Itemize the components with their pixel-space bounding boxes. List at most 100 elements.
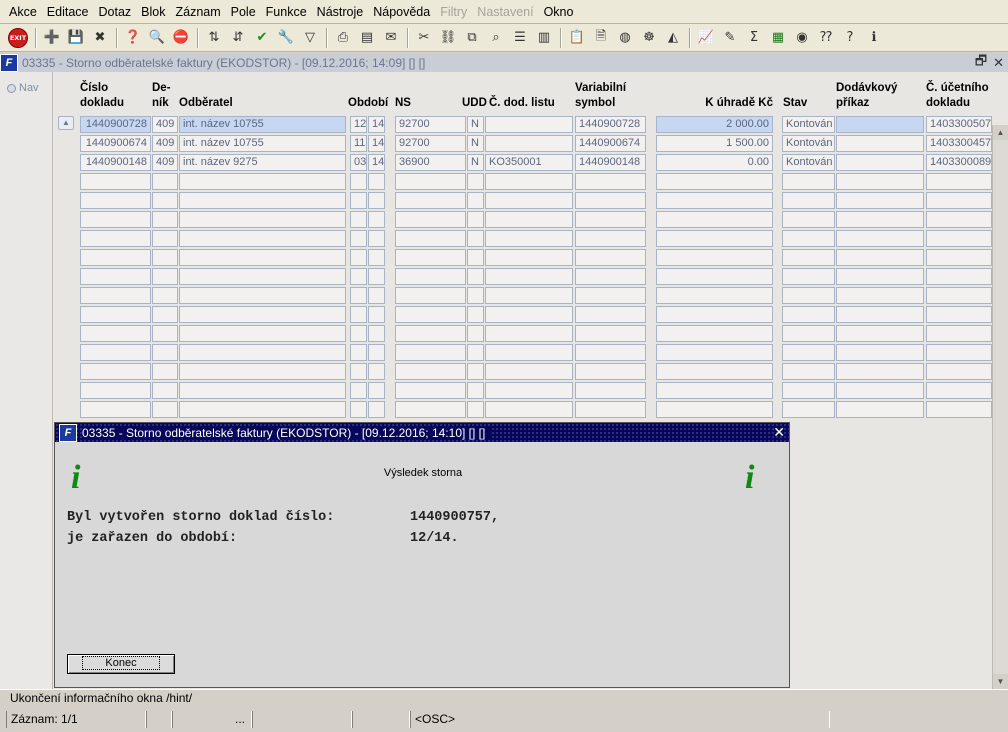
cell-udd[interactable] [467, 230, 484, 247]
cell-ucetni[interactable]: 1403300507 [926, 116, 992, 133]
insert-record-icon[interactable]: ➕ [41, 27, 63, 49]
cell-denik[interactable] [152, 382, 178, 399]
scroll-down-icon[interactable]: ▼ [993, 674, 1008, 689]
link-icon[interactable]: ⛓ [437, 27, 459, 49]
cell-odberatel[interactable] [179, 344, 346, 361]
cell-cislo[interactable] [80, 363, 151, 380]
cell-dod_list[interactable] [485, 325, 573, 342]
cell-odberatel[interactable]: int. název 10755 [179, 135, 346, 152]
cell-obd_m[interactable]: 11 [350, 135, 367, 152]
cell-cislo[interactable] [80, 268, 151, 285]
cell-k_uhrade[interactable] [656, 401, 773, 418]
cell-stav[interactable] [782, 192, 835, 209]
cell-ns[interactable] [395, 363, 466, 380]
menu-7[interactable]: Nástroje [312, 0, 369, 24]
wrench-icon[interactable]: 🔧 [275, 27, 297, 49]
cell-ns[interactable] [395, 230, 466, 247]
cell-obd_m[interactable] [350, 249, 367, 266]
cell-dod_list[interactable] [485, 116, 573, 133]
cell-ns[interactable] [395, 401, 466, 418]
cell-ns[interactable] [395, 249, 466, 266]
cell-ucetni[interactable] [926, 173, 992, 190]
cell-obd_r[interactable]: 14 [368, 135, 385, 152]
cell-cislo[interactable] [80, 344, 151, 361]
cell-dod_list[interactable] [485, 363, 573, 380]
cell-var_symbol[interactable] [575, 401, 646, 418]
restore-icon[interactable]: 🗗 [975, 52, 987, 74]
cell-denik[interactable] [152, 249, 178, 266]
cell-obd_m[interactable] [350, 382, 367, 399]
cell-stav[interactable]: Kontován [782, 154, 835, 171]
cell-ucetni[interactable] [926, 192, 992, 209]
document-icon[interactable]: 🗎 [590, 27, 612, 49]
cell-dod_prikaz[interactable] [836, 211, 924, 228]
delete-record-icon[interactable]: ✖ [89, 27, 111, 49]
konec-button[interactable]: Konec [67, 654, 175, 674]
cell-obd_m[interactable] [350, 192, 367, 209]
sum-icon[interactable]: Σ [743, 27, 765, 49]
cell-ucetni[interactable] [926, 401, 992, 418]
edit-icon[interactable]: ✎ [719, 27, 741, 49]
menu-11[interactable]: Okno [539, 0, 579, 24]
cell-cislo[interactable] [80, 211, 151, 228]
cell-k_uhrade[interactable] [656, 173, 773, 190]
cell-var_symbol[interactable] [575, 211, 646, 228]
cell-ns[interactable] [395, 382, 466, 399]
cell-denik[interactable] [152, 344, 178, 361]
cell-ns[interactable]: 92700 [395, 135, 466, 152]
cell-obd_m[interactable] [350, 325, 367, 342]
nav-toggle[interactable]: Nav [7, 82, 39, 94]
cell-cislo[interactable]: 1440900674 [80, 135, 151, 152]
menu-0[interactable]: Akce [4, 0, 42, 24]
cell-dod_prikaz[interactable] [836, 401, 924, 418]
cell-odberatel[interactable]: int. název 10755 [179, 116, 346, 133]
menu-6[interactable]: Funkce [261, 0, 312, 24]
cell-ns[interactable] [395, 211, 466, 228]
cell-dod_list[interactable] [485, 382, 573, 399]
cell-denik[interactable] [152, 192, 178, 209]
menu-3[interactable]: Blok [136, 0, 170, 24]
cell-odberatel[interactable] [179, 192, 346, 209]
print-preview-icon[interactable]: ▤ [356, 27, 378, 49]
cell-ns[interactable] [395, 192, 466, 209]
menu-4[interactable]: Záznam [170, 0, 225, 24]
cell-obd_r[interactable] [368, 268, 385, 285]
cell-k_uhrade[interactable]: 2 000.00 [656, 116, 773, 133]
confirm-icon[interactable]: ✔ [251, 27, 273, 49]
cell-cislo[interactable] [80, 249, 151, 266]
cell-var_symbol[interactable] [575, 382, 646, 399]
cell-ucetni[interactable] [926, 344, 992, 361]
cell-k_uhrade[interactable] [656, 249, 773, 266]
cell-odberatel[interactable] [179, 230, 346, 247]
scroll-up-icon[interactable]: ▲ [993, 125, 1008, 140]
cell-ns[interactable]: 92700 [395, 116, 466, 133]
cell-stav[interactable]: Kontován [782, 135, 835, 152]
cell-k_uhrade[interactable] [656, 287, 773, 304]
cell-cislo[interactable] [80, 287, 151, 304]
cell-obd_m[interactable] [350, 230, 367, 247]
cell-ucetni[interactable] [926, 211, 992, 228]
cell-var_symbol[interactable] [575, 306, 646, 323]
cell-dod_list[interactable] [485, 211, 573, 228]
cell-var_symbol[interactable]: 1440900674 [575, 135, 646, 152]
cell-obd_m[interactable] [350, 287, 367, 304]
cell-dod_prikaz[interactable] [836, 173, 924, 190]
cell-denik[interactable] [152, 363, 178, 380]
cell-ns[interactable] [395, 306, 466, 323]
cell-dod_list[interactable] [485, 268, 573, 285]
menu-9[interactable]: Filtry [435, 0, 472, 24]
menu-2[interactable]: Dotaz [94, 0, 137, 24]
cell-odberatel[interactable] [179, 173, 346, 190]
cell-dod_list[interactable]: KO350001 [485, 154, 573, 171]
cell-stav[interactable] [782, 230, 835, 247]
cell-cislo[interactable] [80, 230, 151, 247]
cell-dod_prikaz[interactable] [836, 230, 924, 247]
cell-udd[interactable] [467, 401, 484, 418]
sort-desc-icon[interactable]: ⇵ [227, 27, 249, 49]
cell-k_uhrade[interactable] [656, 382, 773, 399]
globe-icon[interactable]: ◍ [614, 27, 636, 49]
help-context-icon[interactable]: ⁇ [815, 27, 837, 49]
cell-denik[interactable] [152, 306, 178, 323]
list-icon[interactable]: ☰ [509, 27, 531, 49]
cell-dod_list[interactable] [485, 230, 573, 247]
